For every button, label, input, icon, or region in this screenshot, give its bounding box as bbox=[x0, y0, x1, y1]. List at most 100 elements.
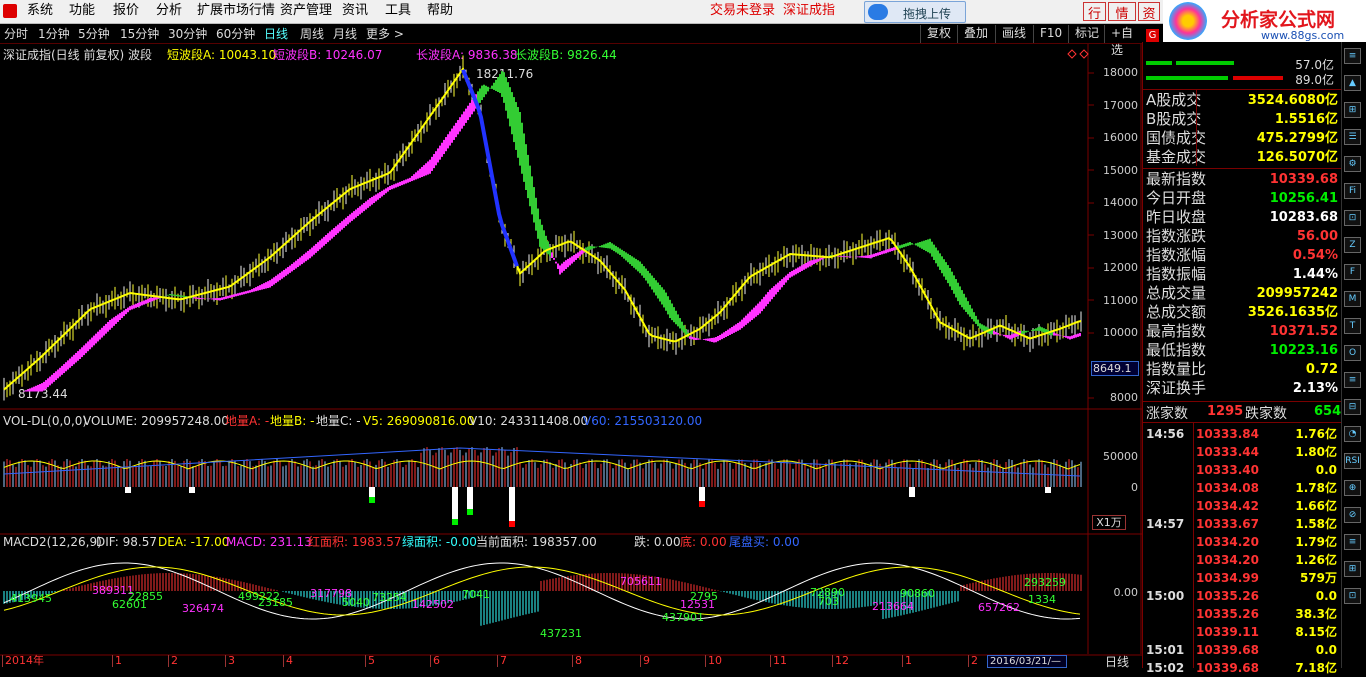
tick-time: 14:56 bbox=[1146, 427, 1185, 441]
side-tool-icon[interactable]: Fi bbox=[1344, 183, 1361, 199]
stat-value: 10339.68 bbox=[1269, 172, 1338, 187]
tick-time: 15:02 bbox=[1146, 661, 1185, 675]
period-daily[interactable]: 日线 bbox=[264, 26, 288, 42]
x-tick: 2 bbox=[168, 655, 178, 667]
period-monthly[interactable]: 月线 bbox=[333, 26, 357, 42]
side-tool-icon[interactable]: ⚙ bbox=[1344, 156, 1361, 172]
up-count-label: 涨家数 bbox=[1146, 406, 1188, 422]
divider bbox=[1142, 89, 1341, 90]
low-volume-marker bbox=[189, 487, 195, 493]
menu-help[interactable]: 帮助 bbox=[427, 3, 453, 19]
login-status[interactable]: 交易未登录 bbox=[710, 3, 775, 19]
adjust-button[interactable]: 复权 bbox=[920, 25, 957, 43]
app-logo-icon bbox=[3, 4, 17, 18]
stat-label: 指数量比 bbox=[1146, 360, 1207, 378]
side-tool-icon[interactable]: ≡ bbox=[1344, 48, 1361, 64]
upload-button[interactable]: 拖拽上传 bbox=[864, 1, 966, 23]
tick-price: 10334.20 bbox=[1196, 535, 1260, 549]
tick-volume: 1.78亿 bbox=[1295, 481, 1337, 495]
draw-button[interactable]: 画线 bbox=[995, 25, 1032, 43]
low-volume-dot bbox=[509, 521, 515, 527]
tick-price: 10339.68 bbox=[1196, 661, 1260, 675]
add-favorite-button[interactable]: +自选 bbox=[1104, 25, 1142, 57]
side-tool-icon[interactable]: ⊘ bbox=[1344, 507, 1361, 523]
f10-button[interactable]: F10 bbox=[1033, 25, 1068, 43]
macd-area-label: 142502 bbox=[412, 598, 454, 611]
side-tool-icon[interactable]: ⊕ bbox=[1344, 480, 1361, 496]
scroll-up-icon[interactable]: ▲ bbox=[1344, 2, 1361, 18]
tick-price: 10333.40 bbox=[1196, 463, 1260, 477]
tab-quote-b[interactable]: 情 bbox=[1108, 2, 1136, 22]
x-tick: 6 bbox=[430, 655, 440, 667]
vol-v10: V10: 243311408.00 bbox=[469, 414, 589, 428]
side-tool-icon[interactable]: Z bbox=[1344, 237, 1361, 253]
stat-label: 今日开盘 bbox=[1146, 189, 1207, 207]
period-15min[interactable]: 15分钟 bbox=[120, 26, 159, 42]
tab-info[interactable]: 资 bbox=[1138, 2, 1160, 22]
side-tool-icon[interactable]: ⊡ bbox=[1344, 210, 1361, 226]
menu-tools[interactable]: 工具 bbox=[385, 3, 411, 19]
divider bbox=[1193, 422, 1194, 668]
g-badge[interactable]: G bbox=[1146, 29, 1159, 42]
x-tick: 11 bbox=[770, 655, 787, 667]
side-tool-icon[interactable]: ≡ bbox=[1344, 372, 1361, 388]
side-tool-icon[interactable]: RSI bbox=[1344, 453, 1361, 469]
menu-function[interactable]: 功能 bbox=[69, 3, 95, 19]
side-tool-icon[interactable]: ▲ bbox=[1344, 75, 1361, 91]
market-value: 1.5516亿 bbox=[1274, 112, 1338, 127]
vol-v5: V5: 269090816.00 bbox=[363, 414, 475, 428]
tab-quote-a[interactable]: 行 bbox=[1083, 2, 1106, 22]
period-1min[interactable]: 1分钟 bbox=[38, 26, 70, 42]
tick-price: 10334.08 bbox=[1196, 481, 1260, 495]
stat-value: 1.44% bbox=[1292, 267, 1338, 282]
menu-system[interactable]: 系统 bbox=[27, 3, 53, 19]
side-tool-icon[interactable]: ⊡ bbox=[1344, 588, 1361, 604]
side-tool-icon[interactable]: F bbox=[1344, 264, 1361, 280]
x-tick: 4 bbox=[283, 655, 293, 667]
period-30min[interactable]: 30分钟 bbox=[168, 26, 207, 42]
macd-green-area: 绿面积: -0.00 bbox=[402, 535, 477, 549]
mark-button[interactable]: 标记 bbox=[1068, 25, 1105, 43]
period-more[interactable]: 更多 > bbox=[366, 26, 404, 42]
chart-canvas[interactable] bbox=[0, 44, 1142, 668]
period-5min[interactable]: 5分钟 bbox=[78, 26, 110, 42]
period-tick[interactable]: 分时 bbox=[4, 26, 28, 42]
side-tool-icon[interactable]: O bbox=[1344, 345, 1361, 361]
side-tool-icon[interactable]: ⊞ bbox=[1344, 102, 1361, 118]
side-tool-icon[interactable]: T bbox=[1344, 318, 1361, 334]
divider bbox=[1142, 422, 1341, 423]
stat-value: 10371.52 bbox=[1269, 324, 1338, 339]
tick-price: 10333.44 bbox=[1196, 445, 1260, 459]
menu-ext-market[interactable]: 扩展市场行情 bbox=[197, 3, 275, 19]
stat-label: 最新指数 bbox=[1146, 170, 1207, 188]
low-volume-dot bbox=[369, 497, 375, 503]
tick-price: 10339.11 bbox=[1196, 625, 1260, 639]
side-tool-icon[interactable]: ⊟ bbox=[1344, 399, 1361, 415]
tick-volume: 0.0 bbox=[1315, 463, 1337, 477]
tick-time: 15:00 bbox=[1146, 589, 1185, 603]
period-60min[interactable]: 60分钟 bbox=[216, 26, 255, 42]
stat-label: 指数振幅 bbox=[1146, 265, 1207, 283]
macd-y-tick: 0.00 bbox=[1113, 586, 1139, 599]
menu-analysis[interactable]: 分析 bbox=[156, 3, 182, 19]
logo-text: 分析家公式网 bbox=[1221, 9, 1336, 31]
side-tool-icon[interactable]: ☰ bbox=[1344, 129, 1361, 145]
low-volume-dot bbox=[699, 501, 705, 507]
x-tick: 8 bbox=[572, 655, 582, 667]
tick-price: 10333.84 bbox=[1196, 427, 1260, 441]
macd-area-label: 326474 bbox=[182, 602, 224, 615]
vol-y-tick: 50000 bbox=[1103, 450, 1138, 463]
macd-area-label: 1334 bbox=[1028, 593, 1056, 606]
menu-assets[interactable]: 资产管理 bbox=[280, 3, 332, 19]
side-tool-icon[interactable]: ◔ bbox=[1344, 426, 1361, 442]
side-tool-icon[interactable]: ≡ bbox=[1344, 534, 1361, 550]
side-tool-icon[interactable]: ⊞ bbox=[1344, 561, 1361, 577]
stat-value: 10256.41 bbox=[1269, 191, 1338, 206]
menu-info[interactable]: 资讯 bbox=[342, 3, 368, 19]
macd-area-label: 705611 bbox=[620, 575, 662, 588]
menu-quote[interactable]: 报价 bbox=[113, 3, 139, 19]
overlay-button[interactable]: 叠加 bbox=[957, 25, 994, 43]
cloud-icon bbox=[868, 4, 888, 20]
period-weekly[interactable]: 周线 bbox=[300, 26, 324, 42]
side-tool-icon[interactable]: M bbox=[1344, 291, 1361, 307]
